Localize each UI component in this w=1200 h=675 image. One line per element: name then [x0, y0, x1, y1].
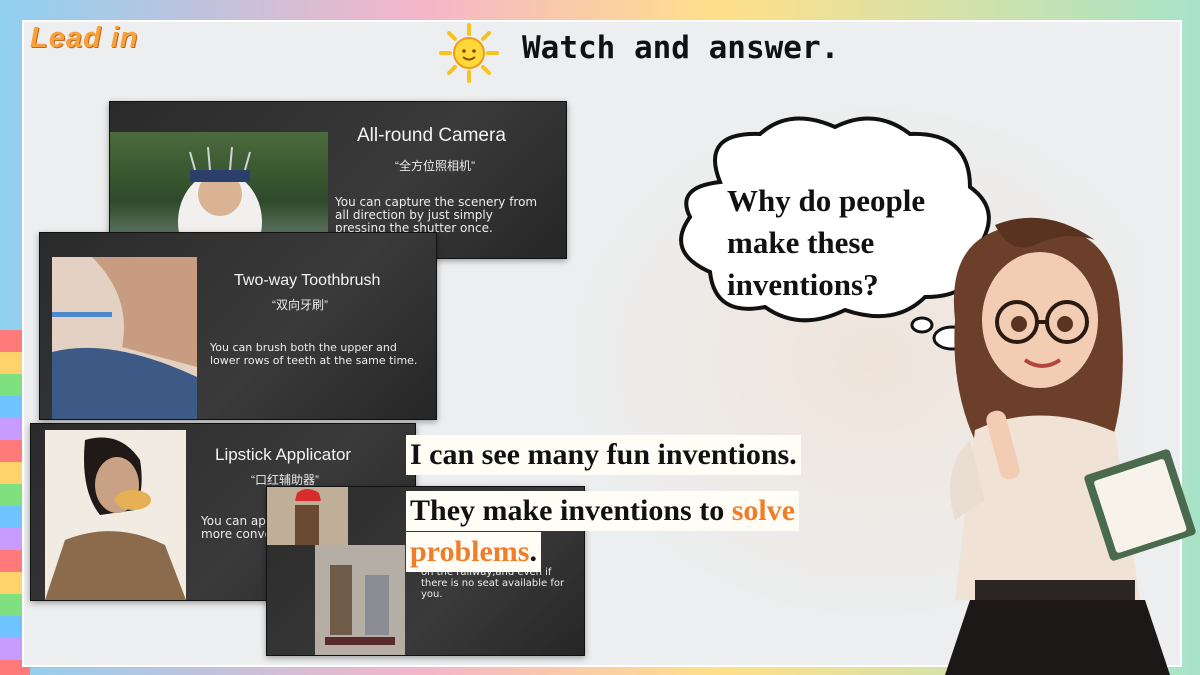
card-chinese-title: “双向牙刷”: [272, 298, 328, 312]
statement-problems: problems.: [406, 532, 541, 572]
card-chinese-title: “全方位照相机”: [395, 159, 475, 173]
section-label: Lead in: [30, 22, 139, 54]
card-title: All-round Camera: [357, 125, 506, 146]
slide-title: Watch and answer.: [522, 30, 840, 66]
lipstick-photo: [45, 430, 186, 600]
highlight-solve: solve: [731, 494, 796, 527]
card-title: Two-way Toothbrush: [234, 272, 381, 289]
seat-photo-top: [267, 487, 348, 545]
statement-solve-problems: They make inventions to solve: [406, 491, 800, 531]
card-two-way-toothbrush: Two-way Toothbrush “双向牙刷” You can brush …: [39, 232, 437, 420]
statement-period: .: [529, 535, 537, 568]
card-description: You can brush both the upper and lower r…: [210, 341, 418, 367]
statement-text: They make inventions to: [410, 494, 732, 527]
card-title: Lipstick Applicator: [215, 445, 352, 464]
seat-photo-bottom: [315, 545, 405, 655]
statement-fun-inventions: I can see many fun inventions.: [406, 435, 801, 475]
sun-icon: [439, 23, 499, 83]
highlight-problems: problems: [410, 535, 530, 568]
toothbrush-photo: [52, 257, 197, 419]
card-description: You can capture the scenery from all dir…: [335, 195, 538, 235]
teacher-illustration: [945, 217, 1196, 675]
